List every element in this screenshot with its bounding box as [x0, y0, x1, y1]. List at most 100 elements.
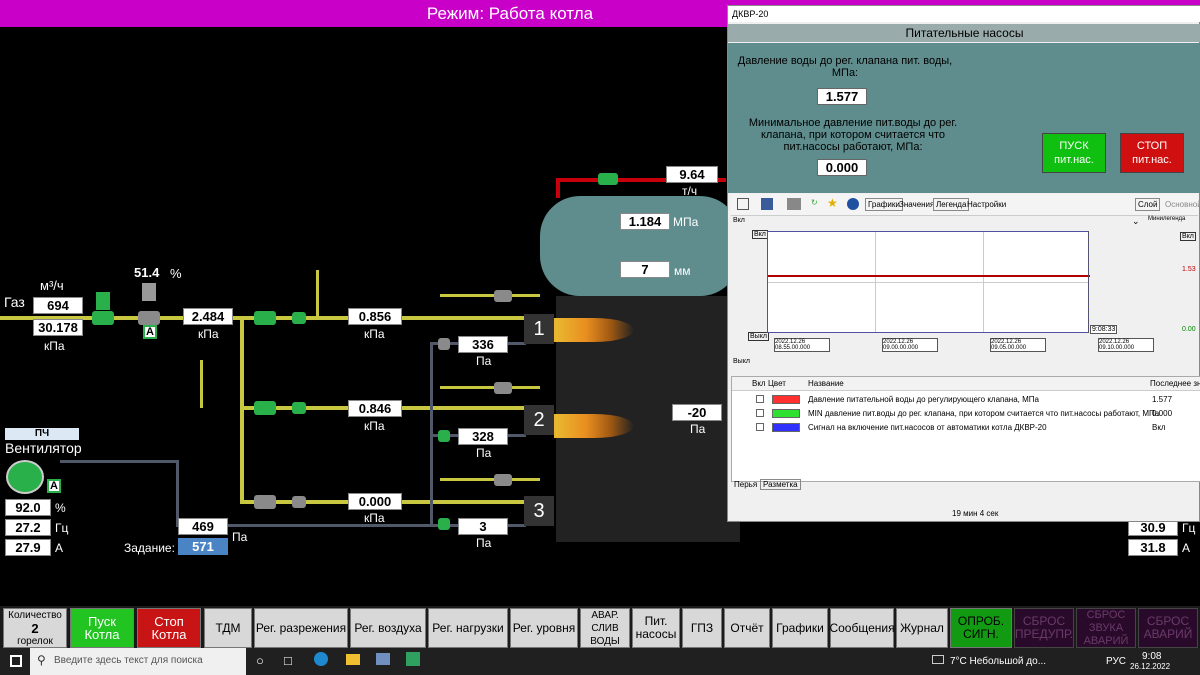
pump-stop-button[interactable]: СТОП пит.нас.	[1120, 133, 1184, 173]
col-on: Вкл	[752, 379, 766, 388]
table-row[interactable]: Сигнал на включение пит.насосов от автом…	[732, 421, 1200, 435]
reset-alarm-sound-button[interactable]: СБРОС ЗВУКА АВАРИЙ	[1076, 608, 1136, 648]
boiler-stop-button[interactable]: Стоп Котла	[137, 608, 201, 648]
help-icon[interactable]	[847, 198, 859, 210]
burner-valve-2[interactable]	[292, 402, 306, 414]
fan-icon[interactable]	[6, 460, 44, 494]
burner-valve-3[interactable]	[292, 496, 306, 508]
tab-legend[interactable]: Легенда	[933, 198, 970, 211]
gpz-button[interactable]: ГПЗ	[682, 608, 722, 648]
regulator-mode-badge[interactable]: A	[143, 325, 157, 339]
tab-settings[interactable]: Настройки	[967, 200, 1006, 209]
ignitor-valve-3[interactable]	[494, 474, 512, 486]
furnace-vacuum-value: -20	[672, 404, 722, 421]
row-checkbox[interactable]	[756, 409, 764, 417]
toolbar-icon[interactable]	[737, 198, 749, 210]
taskbar-app-icon[interactable]: □	[284, 653, 292, 668]
gas-shutoff-valve[interactable]	[92, 311, 114, 325]
tab-main[interactable]: Основной	[1165, 200, 1200, 209]
axis-bottom-label: Выкл	[733, 358, 750, 365]
ignitor-valve-1[interactable]	[494, 290, 512, 302]
reset-warning-button[interactable]: СБРОС ПРЕДУПР.	[1014, 608, 1074, 648]
row-checkbox[interactable]	[756, 395, 764, 403]
graphs-button[interactable]: Графики	[772, 608, 828, 648]
tab-pens[interactable]: Перья	[734, 480, 757, 489]
tab-values[interactable]: Значения	[899, 200, 934, 209]
tab-markup[interactable]: Разметка	[760, 479, 801, 490]
feed-pumps-window: ДКВР-20 Питательные насосы Давление воды…	[727, 5, 1200, 522]
feed-pumps-button[interactable]: Пит. насосы	[632, 608, 680, 648]
time-label-4: 2022.12.26 09.10.00.000	[1098, 338, 1154, 352]
folder-icon[interactable]	[346, 654, 360, 665]
window-titlebar[interactable]: ДКВР-20	[728, 6, 1200, 22]
gas-regulator-valve[interactable]	[138, 311, 160, 325]
air-setpoint-value[interactable]: 571	[178, 538, 228, 555]
row-checkbox[interactable]	[756, 423, 764, 431]
ignitor-valve-2[interactable]	[494, 382, 512, 394]
flame-2	[554, 414, 634, 438]
boiler-start-button[interactable]: Пуск Котла	[70, 608, 134, 648]
print-icon[interactable]	[787, 198, 801, 210]
p-after-reg-unit: кПа	[198, 327, 219, 341]
fan-mode-badge[interactable]: A	[47, 479, 61, 493]
signal-test-button[interactable]: ОПРОБ. СИГН.	[950, 608, 1012, 648]
fan-percent-value: 92.0	[5, 499, 51, 516]
taskbar-weather[interactable]: 7°C Небольшой до...	[950, 656, 1046, 667]
taskbar-date[interactable]: 26.12.2022	[1130, 662, 1170, 671]
taskbar-time[interactable]: 9:08	[1142, 651, 1161, 662]
gas-flow-value: 694	[33, 297, 83, 314]
burner-3[interactable]: 3	[524, 496, 554, 526]
load-control-button[interactable]: Рег. нагрузки	[428, 608, 508, 648]
reset-alarms-button[interactable]: СБРОС АВАРИЙ	[1138, 608, 1198, 648]
pump-start-button[interactable]: ПУСК пит.нас.	[1042, 133, 1106, 173]
edge-icon[interactable]	[314, 652, 328, 666]
table-row[interactable]: MIN давление пит.воды до рег. клапана, п…	[732, 407, 1200, 421]
tdm-button[interactable]: ТДМ	[204, 608, 252, 648]
air-damper-3[interactable]	[438, 518, 450, 530]
burner-pressure-2: 0.846	[348, 400, 402, 417]
burner-count-unit: горелок	[17, 635, 53, 647]
air-control-button[interactable]: Рег. воздуха	[350, 608, 426, 648]
refresh-icon[interactable]: ↻	[811, 198, 818, 207]
trend-plot[interactable]	[767, 231, 1090, 333]
air-damper-1[interactable]	[438, 338, 450, 350]
air-damper-2[interactable]	[438, 430, 450, 442]
journal-button[interactable]: Журнал	[896, 608, 948, 648]
burner-2[interactable]: 2	[524, 405, 554, 435]
steam-pipe-v	[556, 178, 560, 198]
save-icon[interactable]	[761, 198, 773, 210]
pump-panel: Давление воды до рег. клапана пит. воды,…	[728, 43, 1200, 193]
row-last: 1.577	[1152, 395, 1173, 404]
gas-valve-2[interactable]	[254, 401, 276, 415]
taskbar-app-icon[interactable]	[376, 653, 390, 665]
messages-button[interactable]: Сообщения	[829, 608, 895, 648]
taskbar-search-box[interactable]: ⚲ Введите здесь текст для поиска	[30, 648, 246, 675]
taskbar-lang[interactable]: РУС	[1106, 656, 1126, 667]
emergency-drain-button[interactable]: АВАР. СЛИВ ВОДЫ	[580, 608, 630, 648]
chevron-down-icon[interactable]: ⌄	[1132, 216, 1140, 227]
air-pressure-unit-3: Па	[476, 536, 492, 550]
table-row[interactable]: Давление питательной воды до регулирующе…	[732, 393, 1200, 407]
air-pressure-3: 3	[458, 518, 508, 535]
gas-vertical-pipe	[240, 318, 244, 502]
tab-graphs[interactable]: Графики	[865, 198, 903, 211]
cursor-line[interactable]	[1088, 231, 1089, 333]
star-icon[interactable]: ★	[827, 196, 838, 210]
gas-valve-1[interactable]	[254, 311, 276, 325]
tab-layer[interactable]: Слой	[1135, 198, 1161, 211]
burner-1[interactable]: 1	[524, 314, 554, 344]
gas-valve-3[interactable]	[254, 495, 276, 509]
taskbar-app-icon[interactable]: ○	[256, 653, 264, 668]
cursor-time: 9:08:33	[1090, 325, 1118, 334]
ignitor-pipe-1	[440, 294, 540, 297]
report-button[interactable]: Отчёт	[724, 608, 770, 648]
vacuum-control-button[interactable]: Рег. разрежения	[254, 608, 348, 648]
windows-start-icon[interactable]	[10, 655, 22, 667]
steam-valve[interactable]	[598, 173, 618, 185]
level-control-button[interactable]: Рег. уровня	[510, 608, 578, 648]
burner-valve-1[interactable]	[292, 312, 306, 324]
min-pressure-value[interactable]: 0.000	[817, 159, 867, 176]
weather-icon[interactable]	[932, 655, 944, 664]
taskbar-app-icon[interactable]	[406, 652, 420, 666]
row-color-swatch	[772, 409, 800, 418]
